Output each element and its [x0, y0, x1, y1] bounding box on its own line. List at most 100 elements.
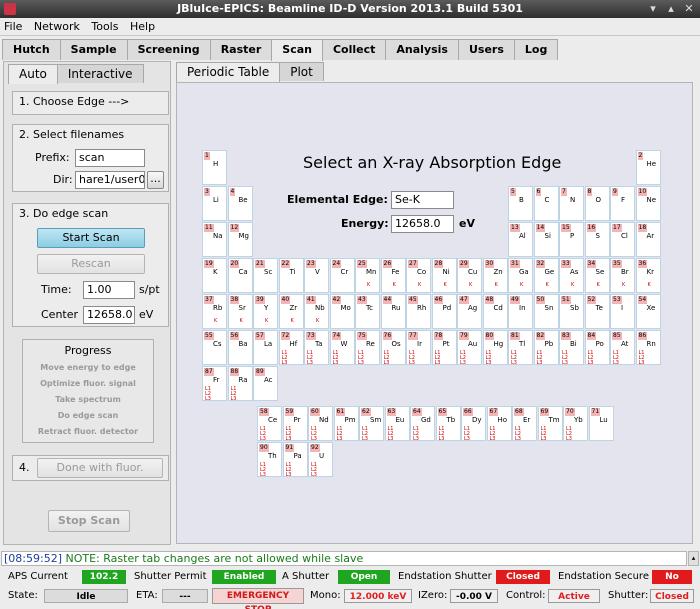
- choose-edge-section[interactable]: 1. Choose Edge --->: [12, 91, 169, 115]
- element-h[interactable]: 1H: [202, 150, 227, 185]
- element-co[interactable]: 27 Co K: [406, 258, 431, 293]
- menu-tools[interactable]: Tools: [87, 18, 122, 36]
- menu-file[interactable]: File: [0, 18, 26, 36]
- element-pt[interactable]: 78 Pt L1 L2 L3: [431, 330, 457, 366]
- close-icon[interactable]: ✕: [682, 2, 696, 16]
- element-k[interactable]: 19 K: [202, 258, 227, 293]
- element-pa[interactable]: 91 Pa L1 L2 L3: [282, 442, 308, 478]
- tab-collect[interactable]: Collect: [321, 39, 387, 60]
- element-la[interactable]: 57 La: [253, 330, 278, 365]
- element-re[interactable]: 75 Re L1 L2 L3: [355, 330, 380, 366]
- energy-input[interactable]: 12658.0: [391, 215, 454, 233]
- element-mg[interactable]: 12 Mg: [227, 222, 253, 257]
- element-ni[interactable]: 28 Ni K: [431, 258, 457, 293]
- element-zr[interactable]: 40 Zr K: [278, 294, 304, 329]
- menu-network[interactable]: Network: [30, 18, 84, 36]
- element-rh[interactable]: 45 Rh: [406, 294, 431, 329]
- element-be[interactable]: 4 Be: [227, 186, 253, 221]
- element-rb[interactable]: 37 Rb K: [202, 294, 227, 329]
- element-po[interactable]: 84 Po L1 L2 L3: [584, 330, 610, 366]
- start-scan-button[interactable]: Start Scan: [37, 228, 145, 248]
- element-pm[interactable]: 61 Pm L1 L2 L3: [333, 406, 359, 442]
- element-cd[interactable]: 48 Cd: [482, 294, 508, 329]
- tab-periodic-table[interactable]: Periodic Table: [176, 62, 281, 82]
- element-as[interactable]: 33 As K: [559, 258, 584, 293]
- tab-plot[interactable]: Plot: [279, 62, 324, 81]
- element-br[interactable]: 35 Br K: [610, 258, 635, 293]
- element-tm[interactable]: 69 Tm L1 L2 L3: [537, 406, 563, 442]
- element-sc[interactable]: 21 Sc: [253, 258, 278, 293]
- stop-scan-button[interactable]: Stop Scan: [48, 510, 130, 532]
- element-eu[interactable]: 63 Eu L1 L2 L3: [384, 406, 410, 442]
- element-mn[interactable]: 25 Mn K: [355, 258, 380, 293]
- browse-button[interactable]: ...: [147, 171, 164, 189]
- element-cu[interactable]: 29 Cu K: [457, 258, 482, 293]
- element-xe[interactable]: 54 Xe: [635, 294, 661, 329]
- element-au[interactable]: 79 Au L1 L2 L3: [457, 330, 482, 366]
- element-pb[interactable]: 82 Pb L1 L2 L3: [533, 330, 559, 366]
- center-input[interactable]: 12658.0: [83, 306, 135, 324]
- element-er[interactable]: 68 Er L1 L2 L3: [512, 406, 537, 442]
- element-y[interactable]: 39 Y K: [253, 294, 278, 329]
- element-fe[interactable]: 26 Fe K: [380, 258, 406, 293]
- element-pr[interactable]: 59 Pr L1 L2 L3: [282, 406, 308, 442]
- element-ir[interactable]: 77 Ir L1 L2 L3: [406, 330, 431, 366]
- element-ra[interactable]: 88 Ra L1 L2 L3: [227, 366, 253, 402]
- element-sb[interactable]: 51 Sb: [559, 294, 584, 329]
- element-ge[interactable]: 32 Ge K: [533, 258, 559, 293]
- tab-interactive[interactable]: Interactive: [56, 64, 144, 83]
- done-with-fluor-button[interactable]: Done with fluor.: [37, 458, 163, 478]
- element-ca[interactable]: 20 Ca: [227, 258, 253, 293]
- element-se[interactable]: 34 Se K: [584, 258, 610, 293]
- element-hg[interactable]: 80 Hg L1 L2 L3: [482, 330, 508, 366]
- element-tc[interactable]: 43 Tc: [355, 294, 380, 329]
- element-sr[interactable]: 38 Sr K: [227, 294, 253, 329]
- element-n[interactable]: 7N: [559, 186, 584, 221]
- maximize-icon[interactable]: ▴: [664, 2, 678, 16]
- element-ba[interactable]: 56 Ba: [227, 330, 253, 365]
- element-v[interactable]: 23 V: [304, 258, 329, 293]
- element-al[interactable]: 13 Al: [508, 222, 533, 257]
- tab-raster[interactable]: Raster: [209, 39, 273, 60]
- element-nb[interactable]: 41 Nb K: [304, 294, 329, 329]
- element-he[interactable]: 2 He: [635, 150, 661, 185]
- element-at[interactable]: 85 At L1 L2 L3: [610, 330, 635, 366]
- element-sn[interactable]: 50 Sn: [533, 294, 559, 329]
- element-i[interactable]: 53 I: [610, 294, 635, 329]
- element-tl[interactable]: 81 Tl L1 L2 L3: [508, 330, 533, 366]
- element-ce[interactable]: 58 Ce L1 L2 L3: [257, 406, 282, 442]
- element-ne[interactable]: 10 Ne: [635, 186, 661, 221]
- element-cs[interactable]: 55 Cs: [202, 330, 227, 365]
- tab-scan[interactable]: Scan: [271, 39, 323, 61]
- elemental-edge-input[interactable]: Se-K: [391, 191, 454, 209]
- element-w[interactable]: 74 W L1 L2 L3: [329, 330, 355, 366]
- element-rn[interactable]: 86 Rn L1 L2 L3: [635, 330, 661, 366]
- minimize-icon[interactable]: ▾: [646, 2, 660, 16]
- tab-screening[interactable]: Screening: [126, 39, 211, 60]
- tab-users[interactable]: Users: [457, 39, 515, 60]
- element-bi[interactable]: 83 Bi L1 L2 L3: [559, 330, 584, 366]
- element-cl[interactable]: 17 Cl: [610, 222, 635, 257]
- element-ru[interactable]: 44 Ru: [380, 294, 406, 329]
- element-kr[interactable]: 36 Kr K: [635, 258, 661, 293]
- dir-input[interactable]: hare1/user0: [75, 171, 145, 189]
- element-zn[interactable]: 30 Zn K: [482, 258, 508, 293]
- tab-log[interactable]: Log: [513, 39, 559, 60]
- element-yb[interactable]: 70 Yb L1 L2 L3: [563, 406, 588, 442]
- element-gd[interactable]: 64 Gd L1 L2 L3: [410, 406, 435, 442]
- element-si[interactable]: 14 Si: [533, 222, 559, 257]
- element-te[interactable]: 52 Te: [584, 294, 610, 329]
- tab-sample[interactable]: Sample: [59, 39, 128, 60]
- element-cr[interactable]: 24 Cr: [329, 258, 355, 293]
- element-mo[interactable]: 42 Mo: [329, 294, 355, 329]
- prefix-input[interactable]: scan: [75, 149, 145, 167]
- element-na[interactable]: 11 Na: [202, 222, 227, 257]
- element-ta[interactable]: 73 Ta L1 L2 L3: [304, 330, 329, 366]
- element-ga[interactable]: 31 Ga K: [508, 258, 533, 293]
- element-th[interactable]: 90 Th L1 L2 L3: [257, 442, 282, 478]
- element-p[interactable]: 15 P: [559, 222, 584, 257]
- tab-hutch[interactable]: Hutch: [2, 39, 61, 60]
- element-f[interactable]: 9F: [610, 186, 635, 221]
- element-dy[interactable]: 66 Dy L1 L2 L3: [461, 406, 486, 442]
- element-fr[interactable]: 87 Fr L1 L2 L3: [202, 366, 227, 402]
